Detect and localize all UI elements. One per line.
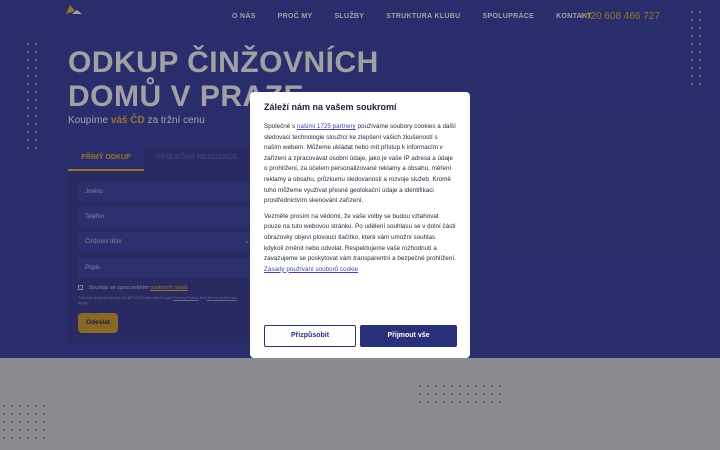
dialog-title: Záleží nám na vašem soukromí <box>264 102 397 112</box>
dialog-paragraph-1: Společně s našimi 1725 partnery používám… <box>264 122 456 207</box>
accept-all-button[interactable]: Přijmout vše <box>360 325 457 347</box>
cookie-policy-link[interactable]: Zásady používání souborů cookie <box>264 266 358 273</box>
cookie-consent-dialog: Záleží nám na vašem soukromí Společně s … <box>250 92 470 358</box>
dialog-p2-text: Vezměte prosím na vědomí, že vaše volby … <box>264 212 456 263</box>
dialog-buttons: Přizpůsobit Přijmout vše <box>264 325 457 347</box>
dialog-paragraph-2: Vezměte prosím na vědomí, že vaše volby … <box>264 212 456 276</box>
dialog-p1-after: používáme soubory cookies a další sledov… <box>264 123 456 205</box>
dialog-body: Společně s našimi 1725 partnery používám… <box>264 122 456 275</box>
dialog-p1-before: Společně s <box>264 123 296 130</box>
partners-link[interactable]: našimi 1725 partnery <box>297 123 356 130</box>
customize-button[interactable]: Přizpůsobit <box>264 325 356 347</box>
